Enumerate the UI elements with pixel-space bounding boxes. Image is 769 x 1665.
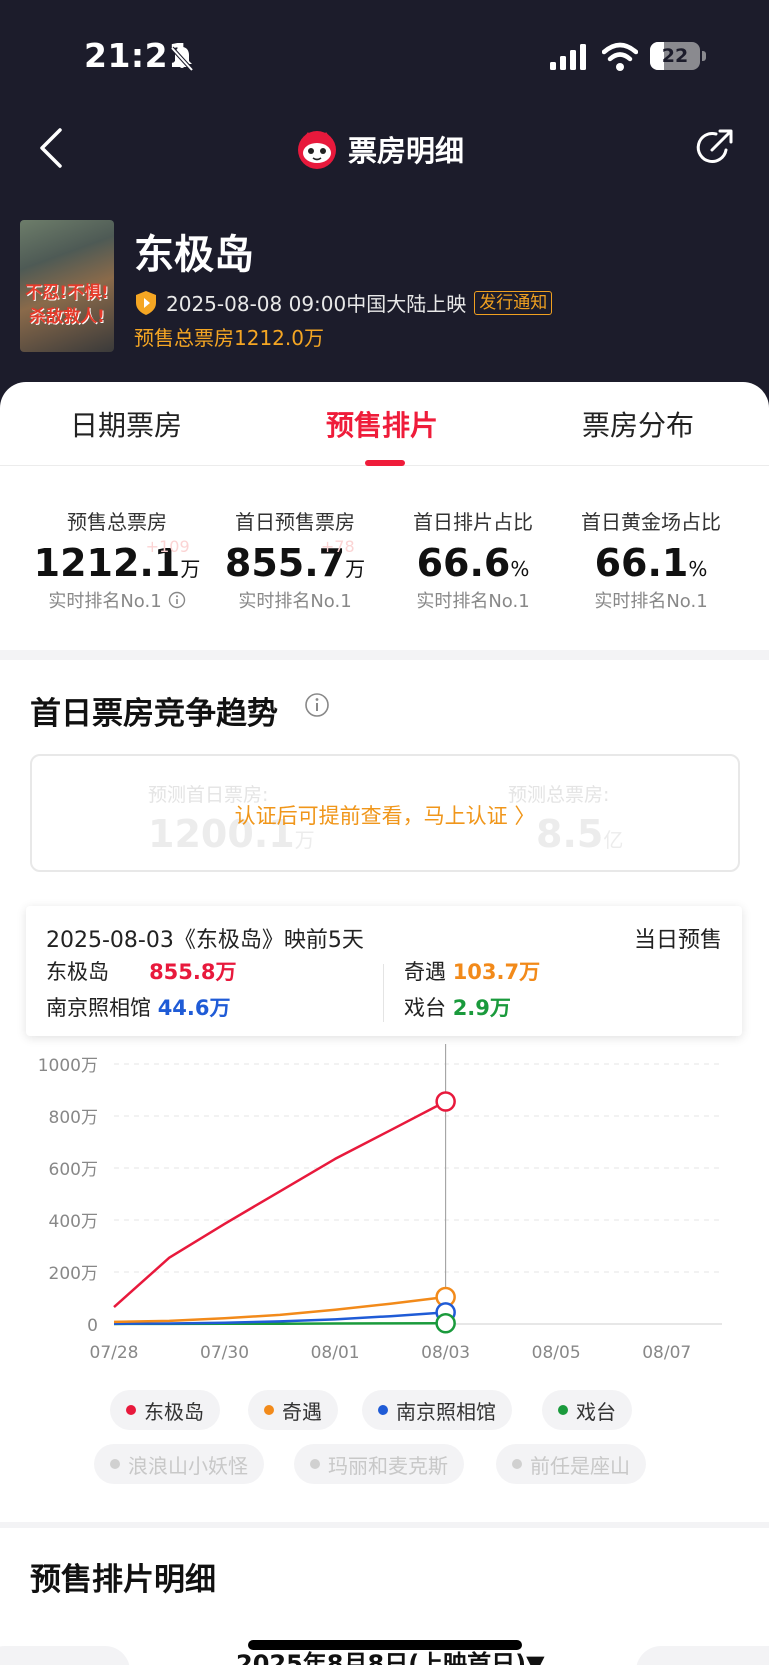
y-tick-label: 1000万 <box>38 1056 98 1076</box>
info-icon[interactable] <box>168 591 186 609</box>
presale-total-text: 预售总票房1212.0万 <box>134 326 324 350</box>
stat-value: 855.7万 +78 <box>224 537 366 585</box>
stat-first-day-presale: 首日预售票房 855.7万 +78 实时排名No.1 <box>200 506 390 613</box>
legend-dot <box>512 1459 522 1469</box>
stats-row: 预售总票房 1212.1万 +109 实时排名No.1 首日预售票房 855.7万… <box>0 506 769 616</box>
next-date-pill[interactable] <box>636 1646 769 1665</box>
cellular-signal-icon <box>550 44 586 70</box>
nav-title: 票房明细 <box>296 126 464 172</box>
first-day-trend-card: 首日票房竞争趋势 预测首日票房: 1200.1万 预测总票房: 8.5亿 认证后… <box>0 660 769 1522</box>
x-tick-label: 08/01 <box>311 1343 360 1363</box>
stat-rank: 实时排名No.1 <box>594 591 708 612</box>
legend-dot <box>558 1405 568 1415</box>
nav-title-text: 票房明细 <box>348 134 465 168</box>
stat-label: 首日预售票房 <box>235 510 355 534</box>
back-arrow-icon[interactable] <box>36 126 66 170</box>
chart-legend: 东极岛 奇遇 南京照相馆 戏台 浪浪山小妖怪 玛丽和麦克斯 前任是座山 <box>0 1390 769 1500</box>
movie-poster[interactable]: 不忍!不惧! 杀敌救人! <box>20 220 114 352</box>
tooltip-row: 奇遇 103.7万 <box>404 960 541 984</box>
x-tick-label: 07/30 <box>200 1343 249 1363</box>
chart-tooltip: 2025-08-03《东极岛》映前5天 当日预售 东极岛 855.8万 奇遇 1… <box>26 906 742 1036</box>
trend-title: 首日票房竞争趋势 <box>30 696 278 732</box>
legend-dot <box>110 1459 120 1469</box>
trend-line-chart[interactable]: 0 200万 400万 600万 800万 1000万 07/28 07/30 08/01 08/… <box>0 1044 769 1374</box>
stat-delta: +78 <box>320 537 355 556</box>
presale-summary-card: 日期票房 预售排片 票房分布 预售总票房 1212.1万 +109 实时排名No.… <box>0 382 769 650</box>
tab-bar: 日期票房 预售排片 票房分布 <box>0 382 769 466</box>
legend-dot <box>310 1459 320 1469</box>
legend-chip[interactable]: 玛丽和麦克斯 <box>294 1444 464 1484</box>
tab-daily-box-office[interactable]: 日期票房 <box>70 404 182 444</box>
series-point <box>435 1091 456 1112</box>
release-info: 2025-08-08 09:00中国大陆上映 发行通知 <box>134 288 553 317</box>
stat-value: 1212.1万 +109 <box>33 537 201 585</box>
stat-rank: 实时排名No.1 <box>238 591 352 612</box>
stat-value: 66.6% <box>416 541 530 585</box>
series-point <box>435 1312 456 1334</box>
stat-delta: +109 <box>145 537 190 556</box>
legend-chip[interactable]: 奇遇 <box>248 1390 338 1430</box>
stat-presale-total: 预售总票房 1212.1万 +109 实时排名No.1 <box>22 506 212 613</box>
stat-rank: 实时排名No.1 <box>416 591 530 612</box>
battery-indicator: 22 <box>650 42 706 70</box>
tab-presale-schedule[interactable]: 预售排片 <box>326 404 438 444</box>
tooltip-divider <box>383 964 384 1022</box>
release-shield-icon <box>136 290 156 315</box>
stat-label: 首日黄金场占比 <box>581 510 721 534</box>
maoyan-cat-logo-icon <box>298 131 336 169</box>
x-tick-label: 08/05 <box>532 1343 581 1363</box>
stat-label: 预售总票房 <box>67 510 167 534</box>
legend-dot <box>378 1405 388 1415</box>
tooltip-row: 南京照相馆 44.6万 <box>46 996 231 1020</box>
legend-chip[interactable]: 戏台 <box>542 1390 632 1430</box>
y-tick-label: 800万 <box>49 1108 98 1128</box>
legend-chip[interactable]: 东极岛 <box>110 1390 220 1430</box>
schedule-title: 预售排片明细 <box>30 1562 216 1598</box>
release-notice-badge[interactable]: 发行通知 <box>474 290 553 315</box>
tooltip-header: 2025-08-03《东极岛》映前5天 <box>46 928 364 953</box>
page: 21:21 22 票房明细 不忍!不惧! 杀敌救人! 东极岛 2025-08-0… <box>0 0 769 1665</box>
series-line <box>113 1100 447 1309</box>
stat-label: 首日排片占比 <box>413 510 533 534</box>
stat-rank: 实时排名No.1 <box>22 587 212 613</box>
poster-text-line2: 杀敌救人! <box>29 307 105 327</box>
tooltip-row: 戏台 2.9万 <box>404 996 511 1020</box>
legend-dot <box>126 1405 136 1415</box>
prev-date-pill[interactable] <box>0 1646 130 1665</box>
x-tick-label: 08/03 <box>421 1343 470 1363</box>
battery-level: 22 <box>661 45 689 67</box>
tooltip-mode: 当日预售 <box>633 928 722 953</box>
movie-title: 东极岛 <box>134 232 254 278</box>
legend-chip[interactable]: 南京照相馆 <box>362 1390 512 1430</box>
stat-first-day-golden-share: 首日黄金场占比 66.1% 实时排名No.1 <box>556 506 746 613</box>
stat-value: 66.1% <box>594 541 708 585</box>
home-indicator[interactable] <box>248 1640 522 1650</box>
y-tick-label: 600万 <box>49 1160 98 1180</box>
y-tick-label: 200万 <box>49 1264 98 1284</box>
legend-chip[interactable]: 浪浪山小妖怪 <box>94 1444 264 1484</box>
series-line <box>113 1295 446 1324</box>
legend-chip[interactable]: 前任是座山 <box>496 1444 646 1484</box>
x-tick-label: 08/07 <box>642 1343 691 1363</box>
tab-box-office-distribution[interactable]: 票房分布 <box>582 404 694 444</box>
tab-active-indicator <box>365 460 405 466</box>
prediction-box[interactable]: 预测首日票房: 1200.1万 预测总票房: 8.5亿 认证后可提前查看，马上认… <box>30 754 740 872</box>
share-icon[interactable] <box>692 126 736 170</box>
verify-link[interactable]: 认证后可提前查看，马上认证 〉 <box>32 800 738 830</box>
y-tick-label: 0 <box>87 1316 98 1336</box>
legend-dot <box>264 1405 274 1415</box>
tooltip-row: 东极岛 855.8万 <box>46 960 237 984</box>
wifi-icon <box>602 42 638 71</box>
release-date-text: 2025-08-08 09:00中国大陆上映 <box>166 292 467 316</box>
stat-first-day-schedule-share: 首日排片占比 66.6% 实时排名No.1 <box>378 506 568 613</box>
bell-muted-icon <box>170 46 194 72</box>
movie-header: 21:21 22 票房明细 不忍!不惧! 杀敌救人! 东极岛 2025-08-0… <box>0 0 769 420</box>
x-tick-label: 07/28 <box>90 1343 139 1363</box>
poster-text-line1: 不忍!不惧! <box>25 283 109 303</box>
y-tick-label: 400万 <box>49 1212 98 1232</box>
info-icon[interactable] <box>304 692 330 718</box>
